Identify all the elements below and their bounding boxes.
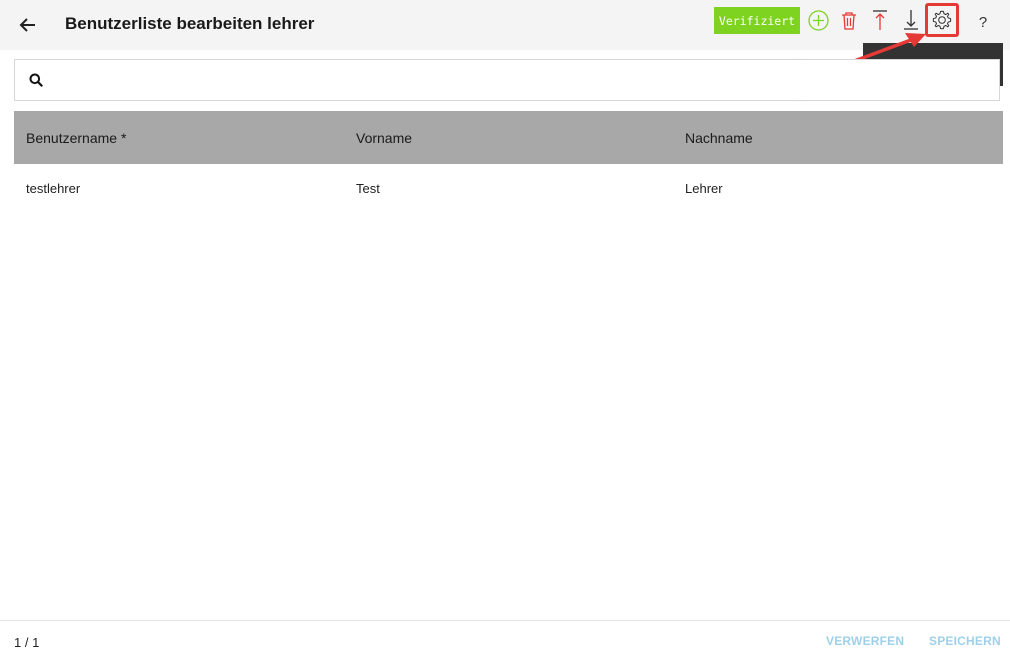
page-title: Benutzerliste bearbeiten lehrer	[65, 14, 315, 33]
trash-icon	[842, 11, 856, 30]
column-header-firstname[interactable]: Vorname	[356, 130, 412, 146]
add-button[interactable]	[807, 8, 829, 32]
table-row[interactable]: testlehrer Test Lehrer	[14, 165, 1003, 211]
app-header: Benutzerliste bearbeiten lehrer Verifizi…	[0, 0, 1010, 50]
verified-button[interactable]: Verifiziert	[714, 7, 800, 34]
back-button[interactable]	[17, 14, 39, 36]
search-input[interactable]	[55, 68, 879, 94]
column-header-lastname[interactable]: Nachname	[685, 130, 753, 146]
cell-lastname: Lehrer	[685, 181, 723, 196]
page-indicator: 1 / 1	[14, 635, 40, 650]
cell-username: testlehrer	[26, 181, 81, 196]
column-header-username[interactable]: Benutzername *	[26, 130, 126, 146]
cell-firstname: Test	[356, 181, 380, 196]
arrow-up-bar-icon	[873, 10, 887, 30]
table-header: Benutzername * Vorname Nachname	[14, 111, 1003, 164]
arrow-down-bar-icon	[904, 10, 918, 30]
search-box[interactable]	[14, 59, 1000, 101]
save-button[interactable]: SPEICHERN	[929, 634, 1001, 648]
plus-circle-icon	[807, 9, 829, 31]
gear-icon	[932, 10, 952, 30]
discard-button[interactable]: VERWERFEN	[826, 634, 904, 648]
upload-button[interactable]	[869, 8, 891, 32]
arrow-left-icon	[19, 18, 35, 32]
search-icon	[29, 73, 43, 87]
settings-button[interactable]	[925, 3, 959, 37]
delete-button[interactable]	[838, 8, 860, 32]
help-button[interactable]: ?	[975, 14, 991, 34]
footer-bar: 1 / 1 VERWERFEN SPEICHERN	[0, 620, 1010, 658]
download-button[interactable]	[900, 8, 922, 32]
